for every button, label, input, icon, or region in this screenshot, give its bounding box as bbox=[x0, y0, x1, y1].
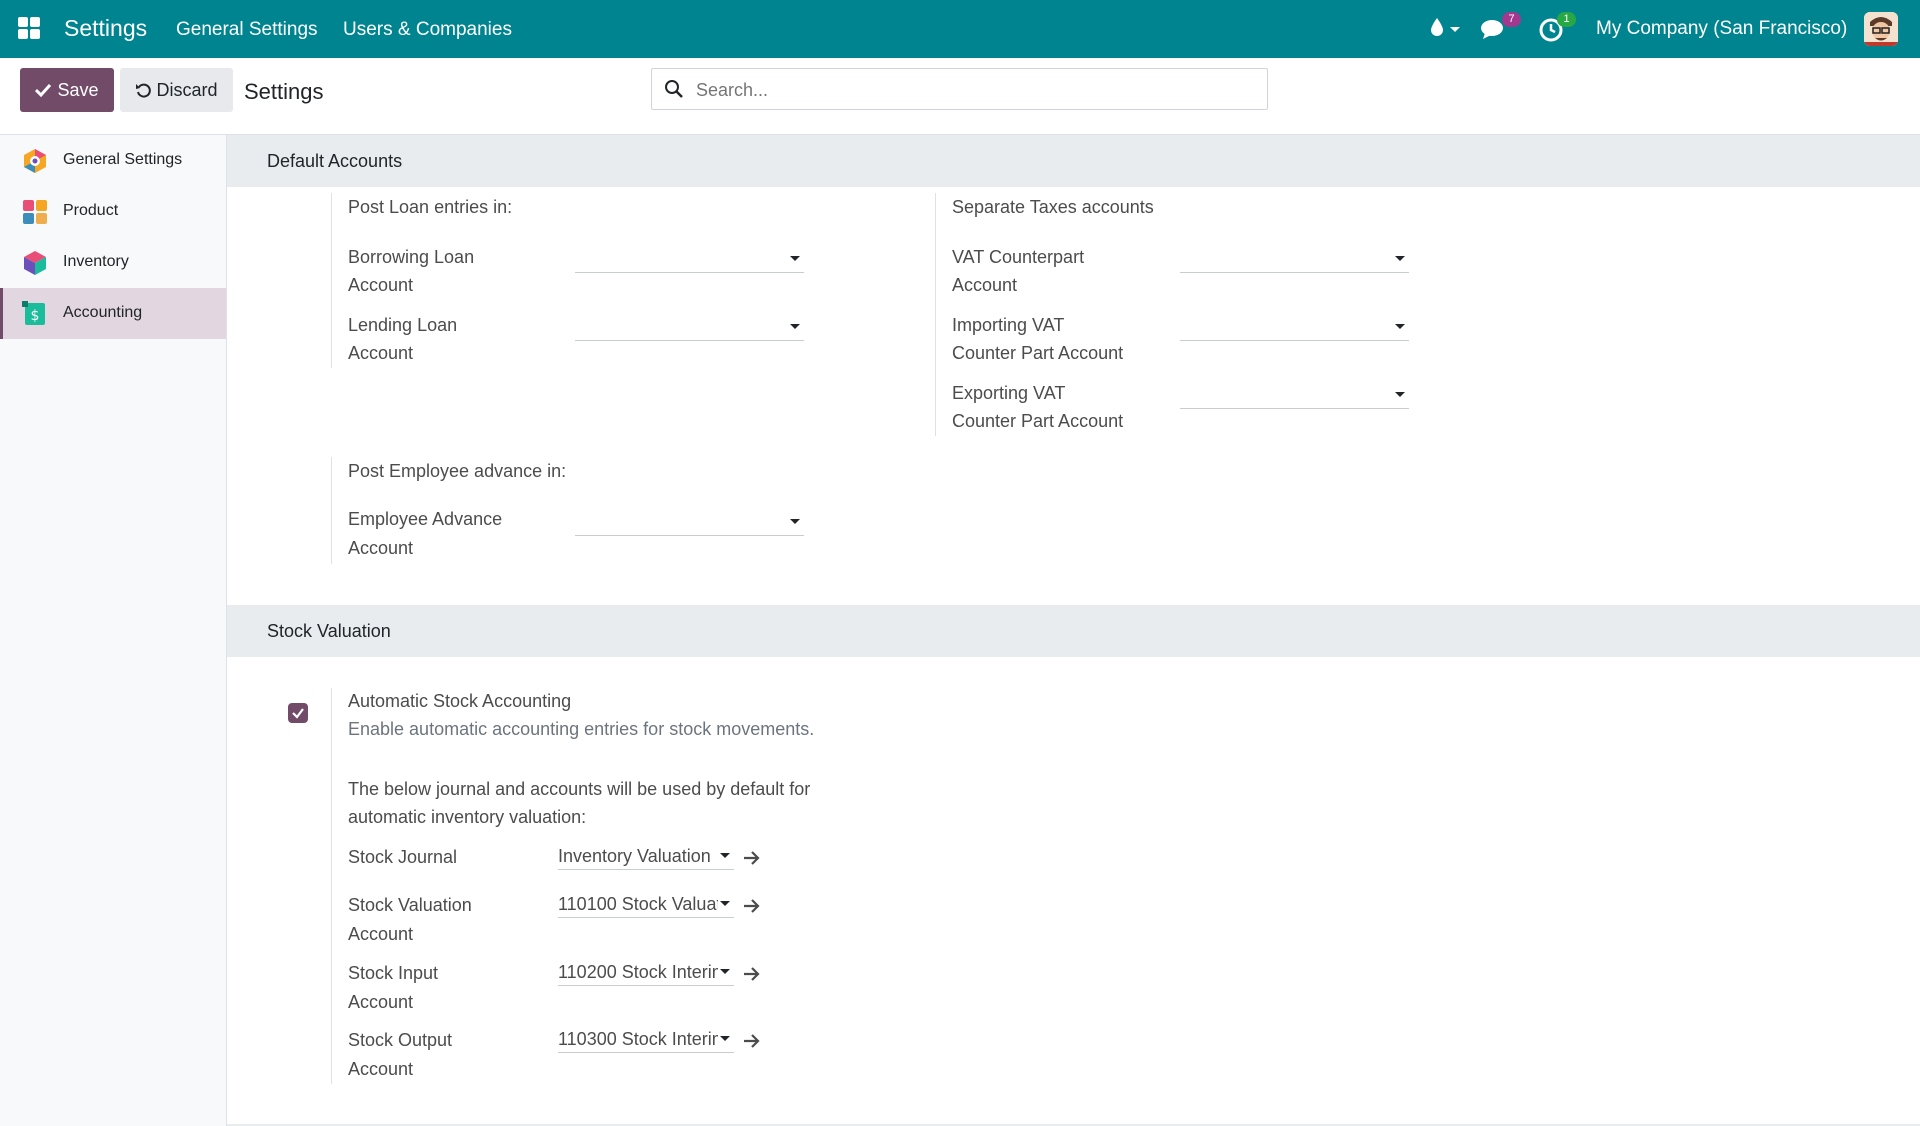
employee-advance-label: Employee Advance bbox=[348, 509, 503, 529]
top-navbar: Settings General Settings Users & Compan… bbox=[0, 0, 1920, 58]
activities-badge: 1 bbox=[1557, 12, 1576, 27]
vat-counterpart-label-2: Account bbox=[952, 275, 1018, 295]
debug-drop-icon[interactable] bbox=[1428, 14, 1464, 49]
svg-text:$: $ bbox=[31, 308, 40, 324]
check-icon bbox=[292, 708, 304, 719]
automatic-stock-accounting-checkbox[interactable] bbox=[288, 703, 308, 723]
search-box[interactable] bbox=[651, 68, 1268, 111]
chevron-down-icon bbox=[720, 853, 730, 858]
control-panel: Save Discard Settings bbox=[0, 58, 1920, 135]
save-label: Save bbox=[57, 79, 99, 100]
chevron-down-icon bbox=[1395, 324, 1405, 329]
breadcrumb: Settings bbox=[244, 79, 324, 104]
borrowing-loan-label-2: Account bbox=[348, 275, 414, 295]
stock-input-select[interactable]: 110200 Stock Interim bbox=[558, 959, 734, 986]
stock-output-select[interactable]: 110300 Stock Interim bbox=[558, 1026, 734, 1053]
auto-stock-description: Enable automatic accounting entries for … bbox=[348, 719, 815, 739]
chevron-down-icon bbox=[790, 324, 800, 329]
exporting-vat-label-2: Counter Part Account bbox=[952, 411, 1124, 431]
messages-badge: 7 bbox=[1502, 12, 1521, 27]
stock-valuation-account-label-2: Account bbox=[348, 924, 414, 944]
chevron-down-icon bbox=[720, 1036, 730, 1041]
sidebar-item-general-settings[interactable]: General Settings bbox=[0, 135, 226, 186]
lending-loan-label-2: Account bbox=[348, 343, 414, 363]
section-default-accounts: Default Accounts bbox=[227, 135, 1920, 187]
vat-counterpart-select[interactable] bbox=[1180, 246, 1409, 273]
stock-input-value: 110200 Stock Interim bbox=[558, 962, 718, 982]
check-icon bbox=[35, 83, 52, 97]
vat-counterpart-label: VAT Counterpart bbox=[952, 247, 1085, 267]
menu-general-settings[interactable]: General Settings bbox=[176, 19, 318, 41]
lending-loan-label: Lending Loan bbox=[348, 315, 458, 335]
stock-valuation-value: 110100 Stock Valuation bbox=[558, 894, 718, 914]
app-title[interactable]: Settings bbox=[64, 15, 147, 42]
chevron-down-icon bbox=[790, 519, 800, 524]
borrowing-loan-label: Borrowing Loan bbox=[348, 247, 475, 267]
sidebar-item-label: Accounting bbox=[63, 304, 143, 321]
general-settings-icon bbox=[24, 149, 46, 173]
employee-advance-label-2: Account bbox=[348, 538, 414, 558]
stock-output-value: 110300 Stock Interim bbox=[558, 1029, 718, 1049]
save-button[interactable]: Save bbox=[20, 68, 114, 112]
borrowing-loan-select[interactable] bbox=[575, 246, 804, 273]
search-icon bbox=[665, 80, 683, 98]
search-input[interactable] bbox=[694, 69, 1258, 111]
stock-output-account-label: Stock Output bbox=[348, 1030, 453, 1050]
section-title: Default Accounts bbox=[267, 151, 403, 171]
divider bbox=[331, 688, 332, 1084]
importing-vat-select[interactable] bbox=[1180, 314, 1409, 341]
arrow-right-icon[interactable] bbox=[743, 966, 761, 982]
company-switcher[interactable]: My Company (San Francisco) bbox=[1596, 18, 1847, 40]
chevron-down-icon bbox=[720, 901, 730, 906]
menu-users-companies[interactable]: Users & Companies bbox=[343, 19, 512, 41]
stock-valuation-select[interactable]: 110100 Stock Valuation bbox=[558, 891, 734, 918]
auto-stock-label: Automatic Stock Accounting bbox=[348, 691, 572, 711]
advance-heading: Post Employee advance in: bbox=[348, 461, 567, 481]
section-title: Stock Valuation bbox=[267, 621, 391, 641]
sidebar-item-label: General Settings bbox=[63, 151, 183, 168]
exporting-vat-label: Exporting VAT bbox=[952, 383, 1066, 403]
stock-journal-label: Stock Journal bbox=[348, 847, 458, 867]
valuation-note-2: automatic inventory valuation: bbox=[348, 807, 587, 827]
loan-heading: Post Loan entries in: bbox=[348, 197, 513, 217]
inventory-icon bbox=[24, 251, 46, 275]
stock-valuation-account-label: Stock Valuation bbox=[348, 895, 472, 915]
stock-output-account-label-2: Account bbox=[348, 1059, 414, 1079]
settings-sidebar: General Settings Product Inventory $ Acc… bbox=[0, 135, 227, 1126]
discard-button[interactable]: Discard bbox=[120, 68, 233, 112]
stock-journal-value: Inventory Valuation bbox=[558, 846, 711, 866]
section-stock-valuation: Stock Valuation bbox=[227, 605, 1920, 657]
sidebar-item-inventory[interactable]: Inventory bbox=[0, 237, 226, 288]
divider bbox=[935, 193, 936, 436]
sidebar-item-accounting[interactable]: $ Accounting bbox=[0, 288, 226, 339]
sidebar-item-label: Inventory bbox=[63, 253, 129, 270]
exporting-vat-select[interactable] bbox=[1180, 382, 1409, 409]
accounting-icon: $ bbox=[22, 301, 45, 325]
valuation-note: The below journal and accounts will be u… bbox=[348, 779, 811, 799]
stock-input-account-label: Stock Input bbox=[348, 963, 439, 983]
chevron-down-icon bbox=[790, 256, 800, 261]
importing-vat-label-2: Counter Part Account bbox=[952, 343, 1124, 363]
sidebar-item-label: Product bbox=[63, 202, 119, 219]
chevron-down-icon bbox=[720, 969, 730, 974]
discard-label: Discard bbox=[156, 79, 218, 100]
user-avatar[interactable] bbox=[1864, 12, 1898, 46]
sidebar-item-product[interactable]: Product bbox=[0, 186, 226, 237]
stock-journal-select[interactable]: Inventory Valuation bbox=[558, 843, 734, 870]
arrow-right-icon[interactable] bbox=[743, 898, 761, 914]
arrow-right-icon[interactable] bbox=[743, 850, 761, 866]
divider bbox=[331, 457, 332, 564]
divider bbox=[331, 193, 332, 368]
product-icon bbox=[23, 200, 47, 224]
lending-loan-select[interactable] bbox=[575, 314, 804, 341]
taxes-heading: Separate Taxes accounts bbox=[952, 197, 1154, 217]
chevron-down-icon bbox=[1395, 392, 1405, 397]
stock-input-account-label-2: Account bbox=[348, 992, 414, 1012]
apps-menu-icon[interactable] bbox=[18, 17, 40, 39]
chevron-down-icon bbox=[1395, 256, 1405, 261]
employee-advance-select[interactable] bbox=[575, 509, 804, 536]
arrow-right-icon[interactable] bbox=[743, 1033, 761, 1049]
undo-icon bbox=[136, 83, 152, 98]
importing-vat-label: Importing VAT bbox=[952, 315, 1065, 335]
